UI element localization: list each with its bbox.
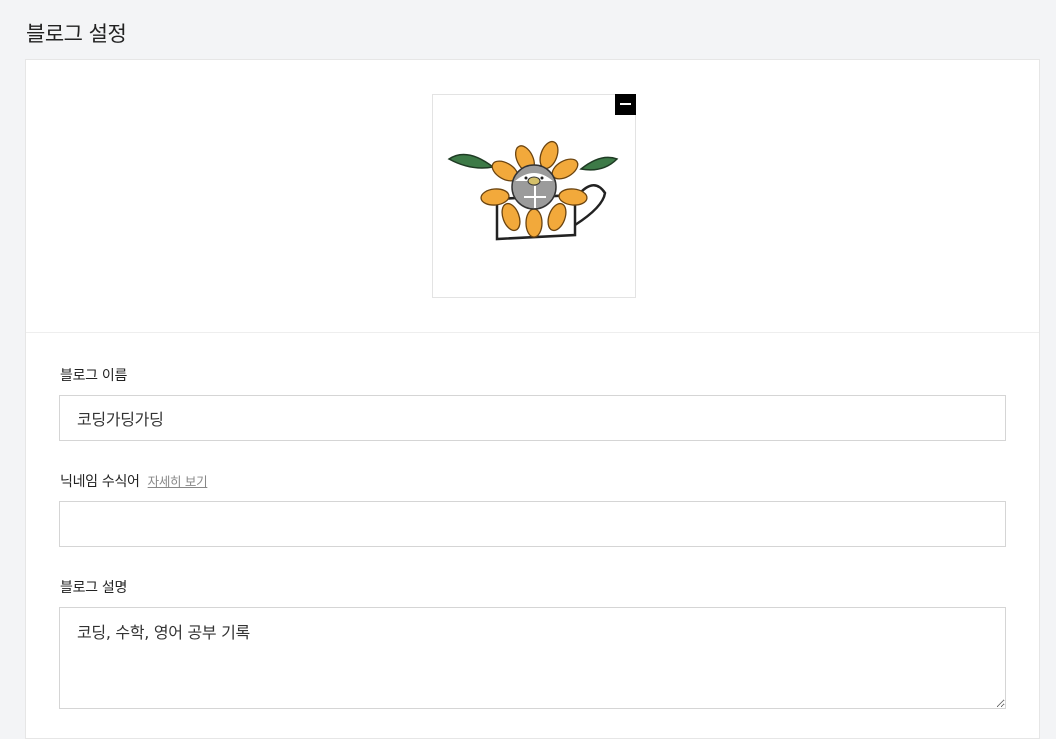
page-title: 블로그 설정: [26, 22, 127, 46]
blog-name-input[interactable]: [59, 395, 1006, 441]
profile-image-section: [26, 60, 1039, 333]
remove-image-button[interactable]: [615, 94, 636, 115]
nickname-modifier-label-row: 닉네임 수식어 자세히 보기: [60, 471, 208, 491]
details-link[interactable]: 자세히 보기: [148, 474, 208, 489]
blog-name-label: 블로그 이름: [60, 368, 128, 384]
nickname-modifier-label: 닉네임 수식어: [60, 474, 140, 490]
profile-image-upload[interactable]: [432, 94, 636, 298]
settings-panel: 블로그 이름 닉네임 수식어 자세히 보기 블로그 설명 코딩, 수학, 영어 공…: [25, 59, 1040, 739]
minus-icon: [620, 103, 631, 105]
upload-plus-icon: [524, 186, 546, 208]
nickname-modifier-input[interactable]: [59, 501, 1006, 547]
blog-description-textarea[interactable]: 코딩, 수학, 영어 공부 기록: [59, 607, 1006, 709]
blog-description-label: 블로그 설명: [60, 580, 128, 596]
